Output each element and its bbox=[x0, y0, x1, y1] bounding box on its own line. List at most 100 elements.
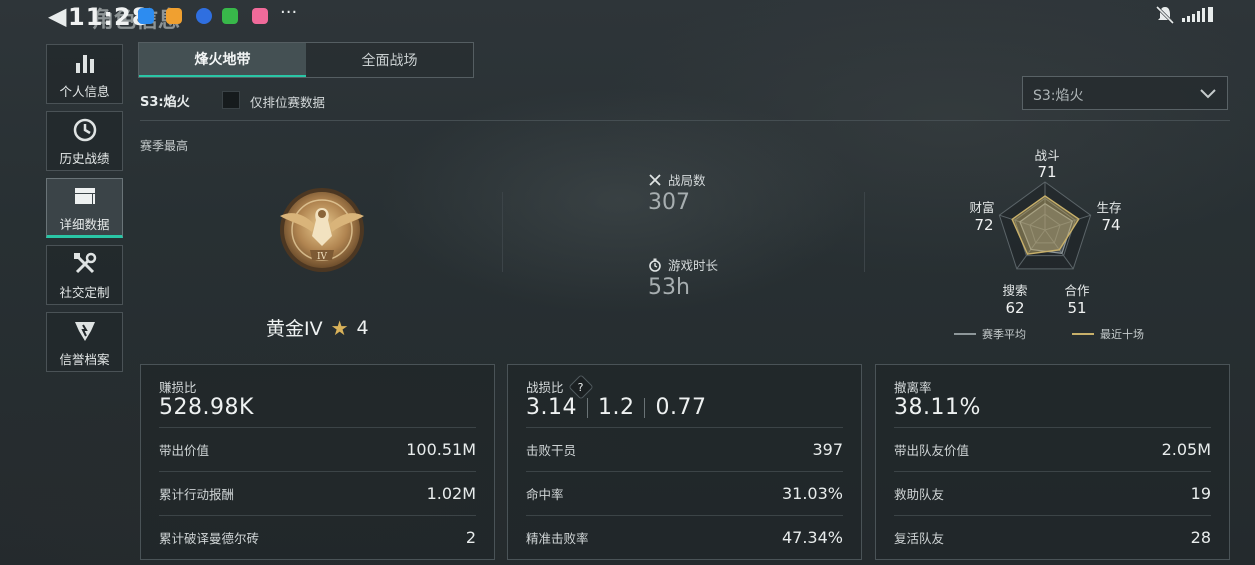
app-notification-icon-3 bbox=[222, 8, 238, 24]
stat-row: 带出价值 100.51M bbox=[159, 427, 476, 471]
stat-row-value: 1.02M bbox=[426, 484, 476, 503]
season-dropdown[interactable]: S3:焰火 bbox=[1022, 76, 1228, 110]
radar-axis-label: 财富 bbox=[969, 200, 995, 215]
stat-row-value: 2.05M bbox=[1161, 440, 1211, 459]
radar-axis-label: 合作 bbox=[1064, 283, 1090, 298]
stat-row: 救助队友 19 bbox=[894, 471, 1211, 515]
bar-chart-icon bbox=[75, 54, 94, 73]
more-notifications-icon: ··· bbox=[280, 2, 298, 23]
stat-row-value: 100.51M bbox=[406, 440, 476, 459]
folder-icon bbox=[74, 187, 95, 204]
radar-axis-value: 51 bbox=[1067, 299, 1087, 317]
divider bbox=[586, 397, 588, 418]
radar-axis-value: 74 bbox=[1101, 216, 1121, 234]
stat-row-value: 2 bbox=[465, 528, 476, 547]
stat-row-label: 救助队友 bbox=[894, 487, 945, 502]
ranked-only-checkbox[interactable] bbox=[222, 91, 240, 109]
tools-icon bbox=[73, 252, 96, 273]
rank-stars: 4 bbox=[356, 316, 369, 339]
card-big-value: 3.14 1.2 0.77 bbox=[526, 395, 706, 420]
legend-line-gray bbox=[954, 333, 976, 335]
card-big-value: 38.11% bbox=[894, 395, 981, 420]
matches-label: 战局数 bbox=[668, 173, 706, 188]
matches-stat-label: 战局数 bbox=[648, 170, 706, 189]
stat-row: 累计破译曼德尔砖 2 bbox=[159, 515, 476, 559]
stat-row-value: 28 bbox=[1190, 528, 1211, 547]
profit-ratio-card: 赚损比 528.98K 带出价值 100.51M 累计行动报酬 1.02M 累计… bbox=[140, 364, 495, 560]
sidebar-item-details[interactable]: 详细数据 bbox=[46, 178, 123, 238]
sidebar-item-profile[interactable]: 个人信息 bbox=[46, 44, 123, 104]
sidebar-item-label: 详细数据 bbox=[59, 216, 110, 232]
extraction-rate-card: 撤离率 38.11% 带出队友价值 2.05M 救助队友 19 复活队友 28 bbox=[875, 364, 1230, 560]
divider bbox=[502, 192, 503, 272]
stat-row-value: 47.34% bbox=[781, 528, 843, 547]
stat-row: 击败干员 397 bbox=[526, 427, 843, 471]
stopwatch-icon bbox=[649, 258, 661, 272]
stat-row-label: 累计破译曼德尔砖 bbox=[159, 531, 260, 546]
card-title: 战损比 bbox=[526, 380, 564, 395]
app-notification-icon-4 bbox=[252, 8, 268, 24]
legend-season-avg: 赛季平均 bbox=[954, 326, 1026, 342]
ability-radar-chart bbox=[998, 181, 1092, 270]
season-dropdown-value: S3:焰火 bbox=[1033, 88, 1084, 104]
stat-row: 复活队友 28 bbox=[894, 515, 1211, 559]
card-title: 撤离率 bbox=[894, 380, 932, 395]
radar-axis-value: 71 bbox=[1037, 163, 1057, 181]
sidebar-item-label: 历史战绩 bbox=[59, 150, 110, 166]
message-notification-icon bbox=[138, 8, 154, 24]
stat-row: 累计行动报酬 1.02M bbox=[159, 471, 476, 515]
radar-axis-label: 搜索 bbox=[1002, 283, 1028, 298]
rank-name: 黄金IV bbox=[266, 318, 323, 340]
stat-row: 精准击败率 47.34% bbox=[526, 515, 843, 559]
history-clock-icon bbox=[73, 118, 96, 141]
stat-row-label: 命中率 bbox=[526, 487, 564, 502]
divider bbox=[140, 120, 1230, 121]
legend-recent: 最近十场 bbox=[1072, 326, 1144, 342]
tab-hazard-zone[interactable]: 烽火地带 bbox=[139, 43, 306, 77]
divider bbox=[644, 397, 646, 418]
shield-badge-icon bbox=[74, 321, 95, 341]
sidebar-item-label: 个人信息 bbox=[59, 83, 110, 99]
legend-label: 最近十场 bbox=[1100, 328, 1144, 341]
stat-row-label: 带出队友价值 bbox=[894, 443, 970, 458]
medal-numeral: IV bbox=[317, 252, 328, 262]
chevron-down-icon bbox=[1200, 89, 1216, 99]
kd-value-2: 1.2 bbox=[597, 395, 635, 420]
kd-ratio-card: 战损比 ? 3.14 1.2 0.77 击败干员 397 命中率 31.03% … bbox=[507, 364, 862, 560]
playtime-label: 游戏时长 bbox=[668, 258, 719, 273]
sidebar-item-reputation[interactable]: 信誉档案 bbox=[46, 312, 123, 372]
stat-row-label: 精准击败率 bbox=[526, 531, 589, 546]
sidebar-item-history[interactable]: 历史战绩 bbox=[46, 111, 123, 171]
sidebar-item-label: 信誉档案 bbox=[59, 351, 110, 367]
radar-axis-value: 72 bbox=[974, 216, 994, 234]
app-notification-icon bbox=[166, 8, 182, 24]
radar-axis-value: 62 bbox=[1005, 299, 1025, 317]
legend-line-gold bbox=[1072, 333, 1094, 335]
card-title: 赚损比 bbox=[159, 380, 197, 395]
season-label: S3:焰火 bbox=[140, 95, 190, 110]
gold-rank-medal-icon: IV bbox=[280, 188, 364, 272]
playtime-stat-label: 游戏时长 bbox=[648, 255, 718, 274]
ranked-only-label: 仅排位赛数据 bbox=[250, 95, 326, 110]
sidebar-item-social[interactable]: 社交定制 bbox=[46, 245, 123, 305]
tab-full-battlefield[interactable]: 全面战场 bbox=[306, 43, 473, 77]
radar-axis-label: 战斗 bbox=[1034, 148, 1060, 163]
sidebar-item-label: 社交定制 bbox=[59, 284, 110, 300]
app-notification-icon-2 bbox=[196, 8, 212, 24]
star-icon: ★ bbox=[330, 315, 349, 340]
signal-battery-icon bbox=[1182, 7, 1213, 22]
kd-value-3: 0.77 bbox=[655, 395, 707, 420]
radar-axis-label: 生存 bbox=[1096, 200, 1122, 215]
stat-row-label: 累计行动报酬 bbox=[159, 487, 235, 502]
card-title-row: 战损比 ? bbox=[526, 373, 594, 400]
stat-row: 带出队友价值 2.05M bbox=[894, 427, 1211, 471]
mute-icon bbox=[1155, 5, 1175, 25]
rank-line: 黄金IV ★ 4 bbox=[266, 314, 369, 341]
stat-row-label: 带出价值 bbox=[159, 443, 210, 458]
card-big-value: 528.98K bbox=[159, 395, 254, 420]
crossed-swords-icon bbox=[649, 173, 661, 186]
stat-row-label: 复活队友 bbox=[894, 531, 945, 546]
stat-row: 命中率 31.03% bbox=[526, 471, 843, 515]
back-arrow-icon[interactable]: ◀ bbox=[48, 2, 66, 30]
kd-value-1: 3.14 bbox=[526, 395, 577, 420]
